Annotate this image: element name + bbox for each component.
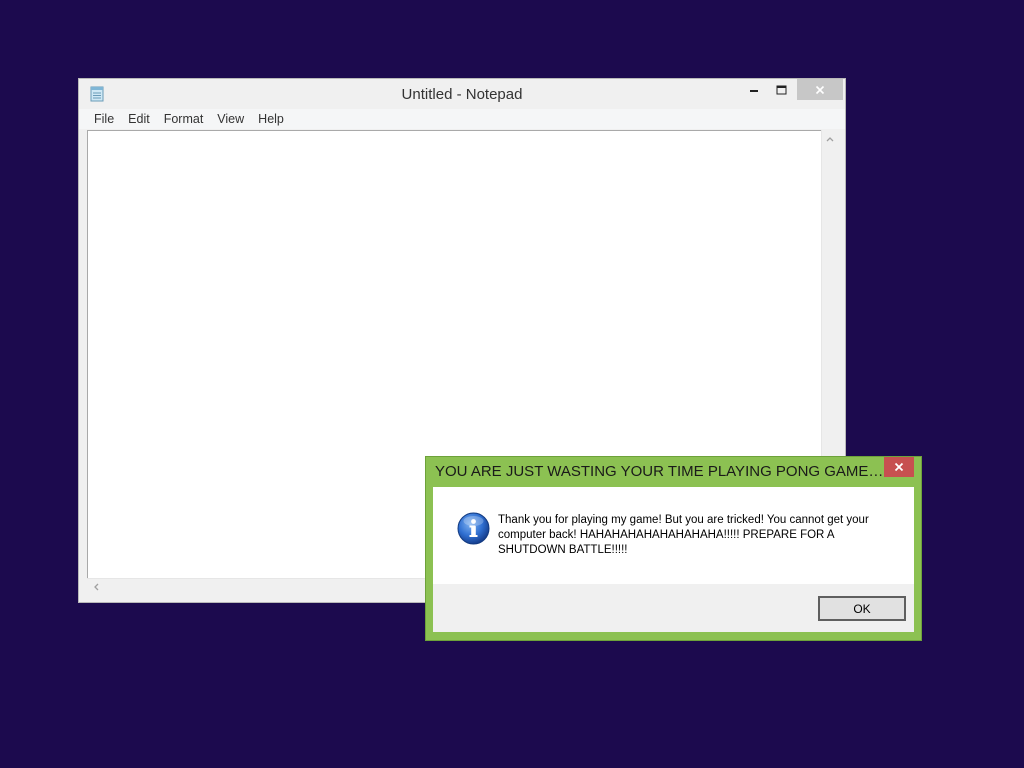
maximize-button[interactable] bbox=[769, 79, 793, 100]
menu-edit[interactable]: Edit bbox=[121, 109, 157, 129]
message-box-body: Thank you for playing my game! But you a… bbox=[433, 487, 914, 584]
desktop: { "notepad": { "title": "Untitled - Note… bbox=[0, 0, 1024, 768]
message-box-titlebar[interactable]: YOU ARE JUST WASTING YOUR TIME PLAYING P… bbox=[426, 457, 921, 487]
close-button[interactable] bbox=[797, 79, 843, 100]
menu-file[interactable]: File bbox=[87, 109, 121, 129]
message-text: Thank you for playing my game! But you a… bbox=[498, 514, 869, 556]
message-box-footer: OK bbox=[433, 584, 914, 632]
close-icon bbox=[815, 85, 825, 94]
menu-help[interactable]: Help bbox=[251, 109, 291, 129]
menu-view[interactable]: View bbox=[210, 109, 251, 129]
info-icon bbox=[457, 512, 490, 545]
menu-format[interactable]: Format bbox=[157, 109, 211, 129]
message-box-title: YOU ARE JUST WASTING YOUR TIME PLAYING P… bbox=[435, 463, 885, 480]
message-box-close-button[interactable] bbox=[884, 457, 914, 477]
minimize-button[interactable] bbox=[743, 79, 765, 100]
message-box: YOU ARE JUST WASTING YOUR TIME PLAYING P… bbox=[425, 456, 922, 641]
close-icon bbox=[894, 462, 904, 472]
notepad-titlebar[interactable]: Untitled - Notepad bbox=[79, 79, 845, 109]
window-title: Untitled - Notepad bbox=[401, 86, 523, 103]
menu-bar: File Edit Format View Help bbox=[79, 109, 845, 129]
ok-button[interactable]: OK bbox=[818, 596, 906, 621]
